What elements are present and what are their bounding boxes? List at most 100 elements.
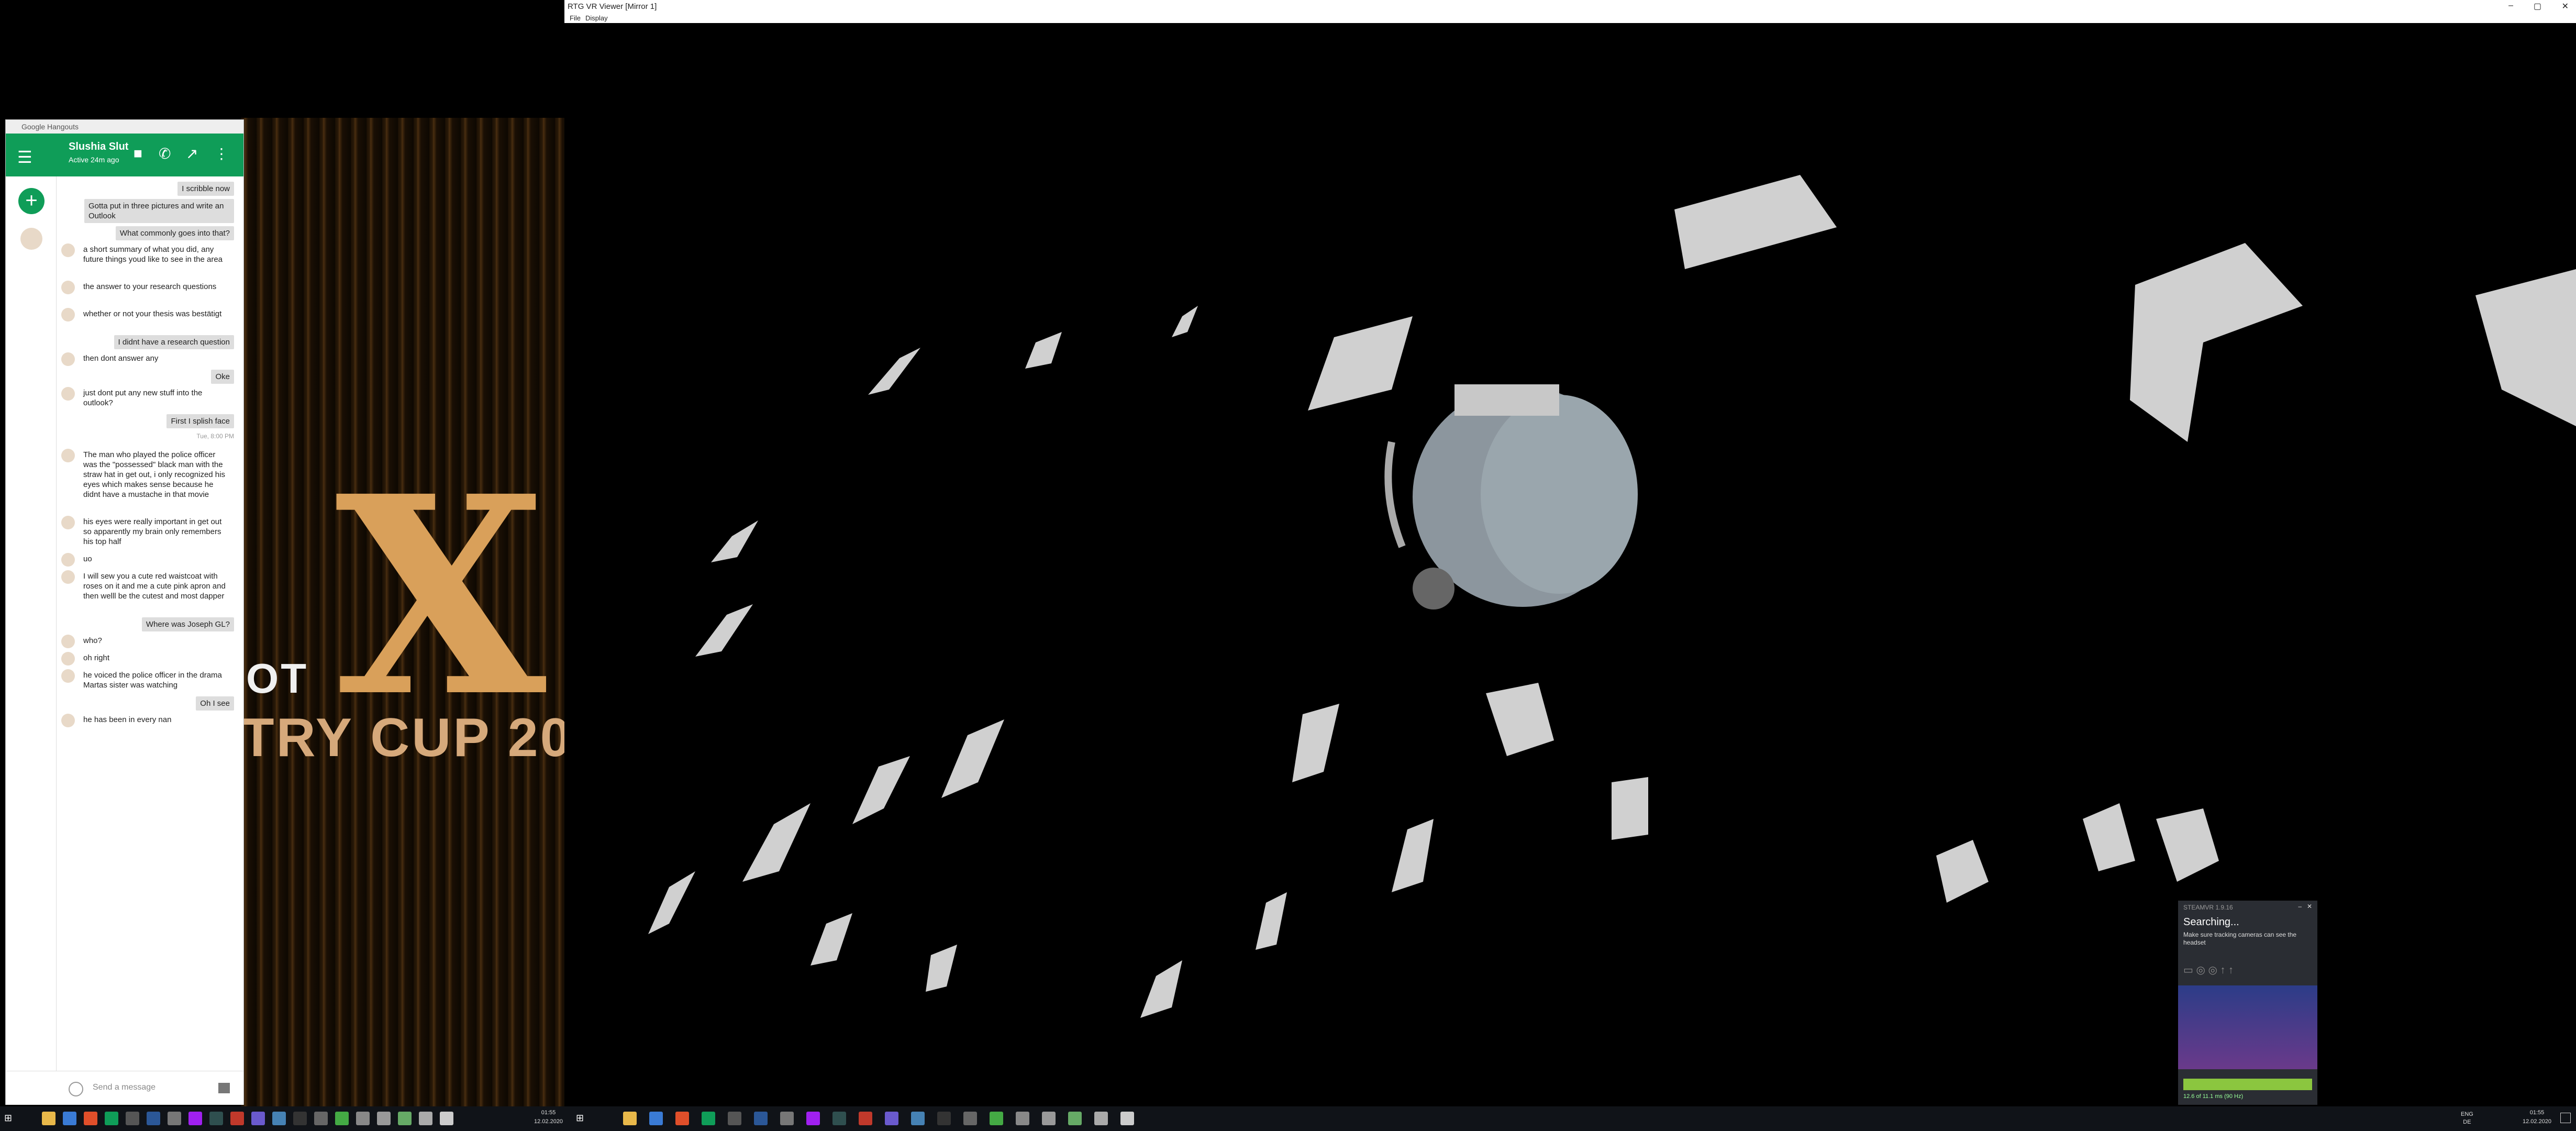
conversation-header: ☰ Slushia Slut Active 24m ago ■ ✆ ↗ ⋮ bbox=[6, 134, 243, 176]
app-icon[interactable] bbox=[990, 1112, 1003, 1125]
outgoing-message[interactable]: Where was Joseph GL? bbox=[141, 617, 234, 631]
emoji-icon[interactable] bbox=[69, 1082, 83, 1096]
start-icon[interactable]: ⊞ bbox=[4, 1113, 12, 1124]
minimize-icon[interactable]: – bbox=[2508, 1, 2513, 10]
app-icon[interactable] bbox=[188, 1112, 202, 1125]
incoming-message[interactable]: whether or not your thesis was bestätigt bbox=[80, 308, 234, 320]
steam-icon[interactable] bbox=[754, 1112, 768, 1125]
avatar bbox=[61, 281, 75, 294]
hangouts-icon[interactable] bbox=[105, 1112, 118, 1125]
message-row: Oh I see bbox=[61, 696, 234, 711]
incoming-message[interactable]: uo bbox=[80, 553, 234, 565]
menu-file[interactable]: File bbox=[570, 14, 581, 22]
more-options-icon[interactable]: ⋮ bbox=[214, 145, 229, 162]
video-call-icon[interactable]: ■ bbox=[134, 145, 142, 162]
hamburger-menu-icon[interactable]: ☰ bbox=[17, 147, 32, 167]
app-icon[interactable] bbox=[1016, 1112, 1029, 1125]
outgoing-message[interactable]: Gotta put in three pictures and write an… bbox=[84, 199, 234, 223]
language-indicator[interactable]: ENG DE bbox=[2461, 1111, 2473, 1126]
clock-time: 01:55 bbox=[541, 1110, 556, 1116]
message-row: he voiced the police officer in the dram… bbox=[61, 669, 234, 691]
device-icons: ▭ ◎ ◎ ↑ ↑ bbox=[2183, 964, 2234, 976]
popout-icon[interactable]: ↗ bbox=[186, 145, 198, 162]
incoming-message[interactable]: he voiced the police officer in the dram… bbox=[80, 669, 234, 691]
close-icon[interactable]: ✕ bbox=[2562, 1, 2569, 12]
steam-icon[interactable] bbox=[147, 1112, 160, 1125]
wallpaper-text-1: OT bbox=[246, 655, 309, 702]
app-icon[interactable] bbox=[780, 1112, 794, 1125]
incoming-message[interactable]: who? bbox=[80, 635, 234, 647]
hangouts-icon[interactable] bbox=[702, 1112, 715, 1125]
app-icon[interactable] bbox=[885, 1112, 898, 1125]
clock[interactable]: 01:55 12.02.2020 bbox=[2523, 1108, 2551, 1126]
app-icon[interactable] bbox=[230, 1112, 244, 1125]
menu-display[interactable]: Display bbox=[585, 14, 608, 22]
close-icon[interactable]: ✕ bbox=[2307, 903, 2312, 910]
outgoing-message[interactable]: What commonly goes into that? bbox=[115, 226, 234, 240]
app-icon[interactable] bbox=[168, 1112, 181, 1125]
contact-name[interactable]: Slushia Slut bbox=[69, 141, 128, 153]
outlook-icon[interactable] bbox=[63, 1112, 76, 1125]
app-icon[interactable] bbox=[377, 1112, 391, 1125]
message-list[interactable]: I scribble now Gotta put in three picture… bbox=[61, 176, 239, 1067]
chrome-icon[interactable] bbox=[84, 1112, 97, 1125]
incoming-message[interactable]: his eyes were really important in get ou… bbox=[80, 516, 234, 548]
app-icon[interactable] bbox=[832, 1112, 846, 1125]
vr-viewer-menubar: File Display bbox=[564, 14, 2576, 23]
outgoing-message[interactable]: Oh I see bbox=[196, 696, 234, 711]
new-conversation-button[interactable]: + bbox=[18, 188, 45, 214]
minimize-icon[interactable]: – bbox=[2298, 903, 2302, 910]
incoming-message[interactable]: The man who played the police officer wa… bbox=[80, 449, 234, 501]
clock-time: 01:55 bbox=[2529, 1110, 2545, 1116]
app-icon[interactable] bbox=[398, 1112, 412, 1125]
hangouts-titlebar: Google Hangouts bbox=[6, 120, 243, 134]
outgoing-message[interactable]: First I splish face bbox=[166, 414, 234, 428]
message-row: his eyes were really important in get ou… bbox=[61, 516, 234, 548]
outgoing-message[interactable]: I didnt have a research question bbox=[114, 335, 234, 349]
app-icon[interactable] bbox=[859, 1112, 872, 1125]
app-icon[interactable] bbox=[126, 1112, 139, 1125]
maximize-icon[interactable]: ▢ bbox=[2534, 1, 2541, 12]
avatar[interactable] bbox=[20, 228, 42, 250]
outgoing-message[interactable]: I scribble now bbox=[177, 182, 234, 196]
message-input[interactable]: Send a message bbox=[93, 1083, 156, 1092]
outgoing-message[interactable]: Oke bbox=[211, 370, 234, 384]
incoming-message[interactable]: I will sew you a cute red waistcoat with… bbox=[80, 570, 234, 602]
incoming-message[interactable]: oh right bbox=[80, 652, 234, 664]
incoming-message[interactable]: the answer to your research questions bbox=[80, 281, 234, 293]
app-icon[interactable] bbox=[1068, 1112, 1082, 1125]
app-icon[interactable] bbox=[314, 1112, 328, 1125]
incoming-message[interactable]: then dont answer any bbox=[80, 352, 234, 364]
app-icon[interactable] bbox=[728, 1112, 741, 1125]
outlook-icon[interactable] bbox=[649, 1112, 663, 1125]
phone-call-icon[interactable]: ✆ bbox=[159, 145, 171, 162]
app-icon[interactable] bbox=[293, 1112, 307, 1125]
taskbar-right: ⊞ ENG DE 01:55 12.02.2020 bbox=[565, 1106, 2576, 1131]
notification-icon[interactable] bbox=[2560, 1113, 2571, 1123]
file-explorer-icon[interactable] bbox=[42, 1112, 55, 1125]
incoming-message[interactable]: he has been in every nan bbox=[80, 714, 234, 726]
app-icon[interactable] bbox=[1042, 1112, 1056, 1125]
message-timestamp[interactable]: Tue, 8:00 PM bbox=[61, 431, 234, 441]
file-explorer-icon[interactable] bbox=[623, 1112, 637, 1125]
chrome-icon[interactable] bbox=[675, 1112, 689, 1125]
app-icon[interactable] bbox=[356, 1112, 370, 1125]
app-icon[interactable] bbox=[209, 1112, 223, 1125]
app-icon[interactable] bbox=[911, 1112, 925, 1125]
app-icon[interactable] bbox=[419, 1112, 432, 1125]
incoming-message[interactable]: just dont put any new stuff into the out… bbox=[80, 387, 234, 409]
app-icon[interactable] bbox=[806, 1112, 820, 1125]
incoming-message[interactable]: a short summary of what you did, any fut… bbox=[80, 243, 234, 265]
app-icon[interactable] bbox=[335, 1112, 349, 1125]
app-icon[interactable] bbox=[272, 1112, 286, 1125]
app-icon[interactable] bbox=[963, 1112, 977, 1125]
app-icon[interactable] bbox=[1120, 1112, 1134, 1125]
clock[interactable]: 01:55 12.02.2020 bbox=[534, 1108, 563, 1126]
app-icon[interactable] bbox=[1094, 1112, 1108, 1125]
steamvr-title: STEAMVR 1.9.16 bbox=[2183, 904, 2233, 911]
app-icon[interactable] bbox=[440, 1112, 453, 1125]
start-icon[interactable]: ⊞ bbox=[576, 1113, 584, 1124]
attach-image-icon[interactable] bbox=[218, 1083, 230, 1093]
app-icon[interactable] bbox=[937, 1112, 951, 1125]
app-icon[interactable] bbox=[251, 1112, 265, 1125]
